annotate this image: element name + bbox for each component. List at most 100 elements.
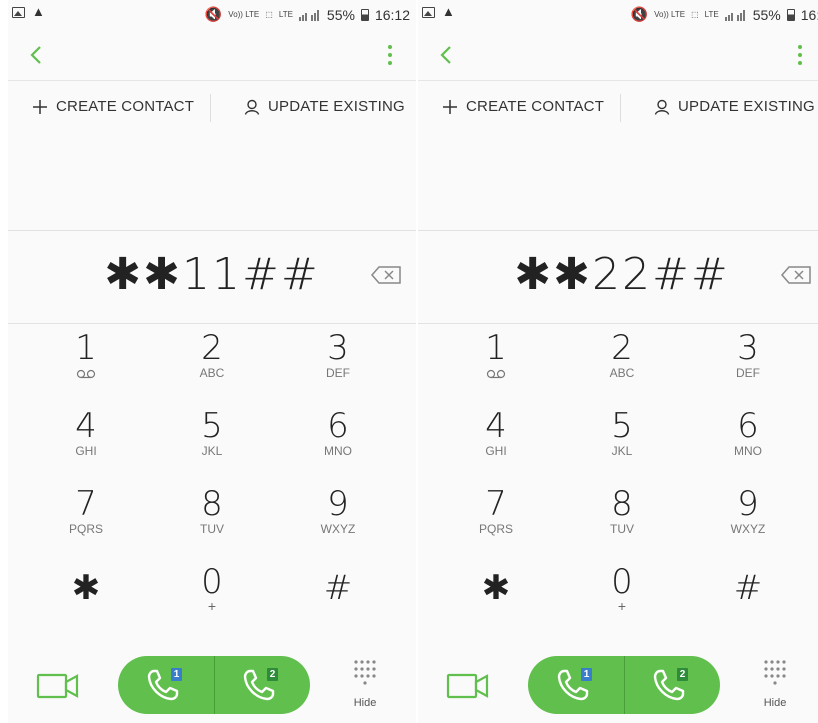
divider — [210, 94, 211, 122]
suggestion-area — [8, 134, 416, 230]
key-letters: TUV — [200, 522, 224, 536]
voicemail-icon — [486, 369, 506, 379]
plus-icon — [443, 99, 457, 114]
app-bar — [418, 30, 818, 81]
key-digit: 2 — [201, 328, 223, 368]
hide-label: Hide — [763, 697, 787, 709]
lte-indicator: LTE — [704, 9, 719, 19]
call-sim2-button[interactable]: 2 — [624, 656, 720, 714]
call-buttons: 1 2 — [118, 656, 310, 714]
key-digit: 8 — [201, 484, 223, 524]
key-letters: WXYZ — [320, 522, 356, 536]
person-icon — [244, 99, 260, 115]
battery-icon — [786, 8, 795, 21]
mute-icon: 🔇 — [204, 6, 223, 22]
key-7[interactable]: 7 PQRS — [18, 486, 154, 564]
key-2[interactable]: 2 ABC — [144, 330, 280, 408]
key-letters: MNO — [734, 444, 762, 458]
hide-keypad-button[interactable]: Hide — [760, 658, 790, 714]
dialed-number: ✱✱22## — [514, 249, 730, 300]
key-digit: 0 — [201, 562, 223, 602]
key-star[interactable]: ✱ — [428, 570, 564, 648]
update-existing-button[interactable]: UPDATE EXISTING — [244, 98, 405, 115]
key-5[interactable]: 5 JKL — [144, 408, 280, 486]
key-digit: ✱ — [71, 568, 101, 608]
backspace-icon[interactable] — [370, 265, 402, 285]
key-letters: DEF — [736, 366, 760, 380]
key-letters: TUV — [610, 522, 634, 536]
key-1[interactable]: 1 — [428, 330, 564, 408]
video-call-icon[interactable] — [446, 670, 490, 702]
keypad-grid-icon — [354, 660, 376, 685]
dialer-screen-left: ▲ 🔇 Vo)) LTE ⬚ LTE 55% 16:12 CREATE CONT… — [8, 0, 416, 723]
plus-icon — [33, 99, 47, 114]
key-digit: 7 — [485, 484, 507, 524]
create-contact-label: CREATE CONTACT — [56, 98, 195, 115]
key-8[interactable]: 8 TUV — [554, 486, 690, 564]
warning-icon: ▲ — [32, 4, 45, 19]
update-existing-button[interactable]: UPDATE EXISTING — [654, 98, 815, 115]
key-7[interactable]: 7 PQRS — [428, 486, 564, 564]
hide-keypad-button[interactable]: Hide — [350, 658, 380, 714]
key-digit: 9 — [327, 484, 349, 524]
back-arrow-icon[interactable] — [434, 42, 458, 68]
data-indicator: ⬚ — [265, 9, 273, 19]
volte-indicator: Vo)) LTE — [228, 9, 260, 19]
key-4[interactable]: 4 GHI — [18, 408, 154, 486]
key-6[interactable]: 6 MNO — [270, 408, 406, 486]
key-digit: 2 — [611, 328, 633, 368]
update-existing-label: UPDATE EXISTING — [268, 98, 405, 115]
key-3[interactable]: 3 DEF — [680, 330, 816, 408]
sim1-badge: 1 — [171, 668, 182, 681]
key-8[interactable]: 8 TUV — [144, 486, 280, 564]
contact-actions: CREATE CONTACT UPDATE EXISTING — [418, 80, 818, 134]
dialed-number: ✱✱11## — [104, 249, 320, 300]
sim1-badge: 1 — [581, 668, 592, 681]
key-digit: 4 — [485, 406, 507, 446]
call-sim1-button[interactable]: 1 — [528, 656, 625, 714]
key-0[interactable]: 0 + — [554, 564, 690, 642]
update-existing-label: UPDATE EXISTING — [678, 98, 815, 115]
key-3[interactable]: 3 DEF — [270, 330, 406, 408]
keypad-grid-icon — [764, 660, 786, 685]
key-1[interactable]: 1 — [18, 330, 154, 408]
back-arrow-icon[interactable] — [24, 42, 48, 68]
key-letters: WXYZ — [730, 522, 766, 536]
key-star[interactable]: ✱ — [18, 570, 154, 648]
signal-icon — [298, 9, 319, 21]
key-digit: # — [733, 568, 763, 608]
key-hash[interactable]: # — [270, 570, 406, 648]
dialed-number-area: ✱✱22## — [418, 230, 818, 324]
backspace-icon[interactable] — [780, 265, 812, 285]
key-0[interactable]: 0 + — [144, 564, 280, 642]
key-9[interactable]: 9 WXYZ — [680, 486, 816, 564]
divider — [620, 94, 621, 122]
key-letters: GHI — [75, 444, 97, 458]
create-contact-button[interactable]: CREATE CONTACT — [32, 98, 194, 115]
key-5[interactable]: 5 JKL — [554, 408, 690, 486]
key-2[interactable]: 2 ABC — [554, 330, 690, 408]
volte-indicator: Vo)) LTE — [654, 9, 686, 19]
gallery-notification-icon — [422, 6, 435, 18]
more-options-icon[interactable] — [386, 44, 394, 66]
bottom-bar: 1 2 Hide — [418, 650, 818, 723]
more-options-icon[interactable] — [796, 44, 804, 66]
call-sim1-button[interactable]: 1 — [118, 656, 215, 714]
key-letters: PQRS — [478, 522, 513, 536]
video-call-icon[interactable] — [36, 670, 80, 702]
key-digit: 0 — [611, 562, 633, 602]
create-contact-button[interactable]: CREATE CONTACT — [442, 98, 604, 115]
call-sim2-button[interactable]: 2 — [214, 656, 310, 714]
mute-icon: 🔇 — [630, 6, 649, 22]
key-hash[interactable]: # — [680, 570, 816, 648]
battery-percent: 55% — [326, 6, 355, 23]
key-6[interactable]: 6 MNO — [680, 408, 816, 486]
lte-indicator: LTE — [278, 9, 293, 19]
key-letters: PQRS — [68, 522, 103, 536]
key-digit: 7 — [75, 484, 97, 524]
key-digit: 3 — [737, 328, 759, 368]
key-9[interactable]: 9 WXYZ — [270, 486, 406, 564]
key-4[interactable]: 4 GHI — [428, 408, 564, 486]
key-digit: 1 — [75, 328, 97, 368]
sim2-badge: 2 — [677, 668, 688, 681]
